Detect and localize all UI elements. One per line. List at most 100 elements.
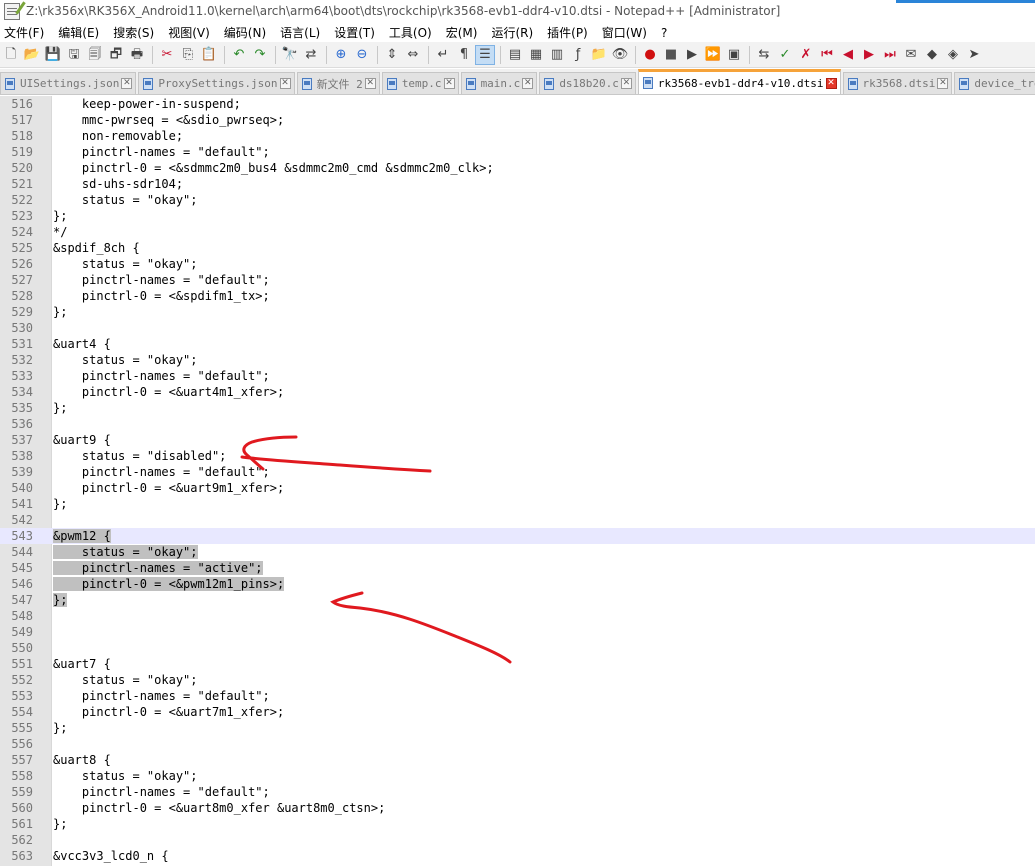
code-line[interactable]: 516 keep-power-in-suspend; — [0, 96, 1035, 112]
code-line[interactable]: 545 pinctrl-names = "active"; — [0, 560, 1035, 576]
code-line[interactable]: 518 non-removable; — [0, 128, 1035, 144]
menu-item-3[interactable]: 视图(V) — [168, 24, 210, 41]
menu-item-2[interactable]: 搜索(S) — [113, 24, 154, 41]
stop-recording-icon[interactable]: ■ — [662, 46, 680, 64]
save-icon[interactable]: 💾 — [44, 46, 62, 64]
menu-item-4[interactable]: 编码(N) — [224, 24, 266, 41]
run-macro-multiple-icon[interactable]: ⏩ — [704, 46, 722, 64]
menu-item-12[interactable]: ? — [661, 26, 667, 40]
code-line[interactable]: 553 pinctrl-names = "default"; — [0, 688, 1035, 704]
code-line[interactable]: 544 status = "okay"; — [0, 544, 1035, 560]
zoom-in-icon[interactable]: ⊕ — [332, 46, 350, 64]
code-line[interactable]: 526 status = "okay"; — [0, 256, 1035, 272]
code-line[interactable]: 531 &uart4 { — [0, 336, 1035, 352]
code-line[interactable]: 550 — [0, 640, 1035, 656]
replace-icon[interactable]: ⇄ — [302, 46, 320, 64]
menu-item-5[interactable]: 语言(L) — [280, 24, 320, 41]
user-language-icon[interactable]: ▤ — [506, 46, 524, 64]
code-line[interactable]: 540 pinctrl-0 = <&uart9m1_xfer>; — [0, 480, 1035, 496]
code-line[interactable]: 554 pinctrl-0 = <&uart7m1_xfer>; — [0, 704, 1035, 720]
tab-2[interactable]: 新文件 2 ✕ — [296, 72, 380, 94]
tab-7[interactable]: rk3568.dtsi ✕ — [842, 72, 953, 94]
code-line[interactable]: 528 pinctrl-0 = <&spdifm1_tx>; — [0, 288, 1035, 304]
check-icon[interactable]: ✓ — [776, 46, 794, 64]
plugin-c-icon[interactable]: ◈ — [944, 46, 962, 64]
menu-item-9[interactable]: 运行(R) — [491, 24, 533, 41]
code-line[interactable]: 546 pinctrl-0 = <&pwm12m1_pins>; — [0, 576, 1035, 592]
code-line[interactable]: 555}; — [0, 720, 1035, 736]
tab-close-icon[interactable]: ✕ — [121, 78, 133, 89]
find-icon[interactable]: 🔭 — [281, 46, 299, 64]
code-line[interactable]: 522 status = "okay"; — [0, 192, 1035, 208]
code-line[interactable]: 538 status = "disabled"; — [0, 448, 1035, 464]
open-file-icon[interactable]: 📂 — [23, 46, 41, 64]
code-line[interactable]: 517 mmc-pwrseq = <&sdio_pwrseq>; — [0, 112, 1035, 128]
tab-4[interactable]: main.c ✕ — [460, 72, 538, 94]
close-all-icon[interactable]: 🗗 — [107, 46, 125, 64]
code-line[interactable]: 541}; — [0, 496, 1035, 512]
tab-close-icon[interactable]: ✕ — [522, 78, 534, 89]
tab-5[interactable]: ds18b20.c ✕ — [539, 72, 636, 94]
doc-list-icon[interactable]: ▥ — [548, 46, 566, 64]
menu-item-6[interactable]: 设置(T) — [334, 24, 375, 41]
code-line[interactable]: 561}; — [0, 816, 1035, 832]
code-line[interactable]: 536 — [0, 416, 1035, 432]
editor-area[interactable]: 516 keep-power-in-suspend; 517 mmc-pwrseq… — [0, 96, 1035, 866]
code-line[interactable]: 527 pinctrl-names = "default"; — [0, 272, 1035, 288]
tab-close-icon[interactable]: ✕ — [443, 78, 455, 89]
code-line[interactable]: 524 */ — [0, 224, 1035, 240]
tab-3[interactable]: temp.c ✕ — [381, 72, 459, 94]
tab-close-icon[interactable]: ✕ — [937, 78, 949, 89]
last-diff-icon[interactable]: ⏭ — [881, 46, 899, 64]
tab-close-icon[interactable]: ✕ — [825, 77, 837, 89]
monitoring-icon[interactable]: 👁 — [611, 46, 629, 64]
tab-8[interactable]: device_tree_example✕ — [954, 72, 1035, 94]
copy-icon[interactable]: ⎘ — [179, 46, 197, 64]
tab-6[interactable]: rk3568-evb1-ddr4-v10.dtsi ✕ — [637, 69, 841, 94]
code-line[interactable]: 556 — [0, 736, 1035, 752]
clear-compare-icon[interactable]: ✗ — [797, 46, 815, 64]
tab-close-icon[interactable]: ✕ — [279, 78, 291, 89]
word-wrap-icon[interactable]: ↵ — [434, 46, 452, 64]
code-line[interactable]: 523}; — [0, 208, 1035, 224]
new-file-icon[interactable]: 🗋 — [2, 46, 20, 64]
record-macro-icon[interactable]: ● — [641, 46, 659, 64]
indent-guide-icon[interactable]: ☰ — [475, 44, 495, 65]
code-line[interactable]: 542 — [0, 512, 1035, 528]
close-icon[interactable]: 🗐 — [86, 46, 104, 64]
code-line[interactable]: 535}; — [0, 400, 1035, 416]
menu-item-1[interactable]: 编辑(E) — [58, 24, 99, 41]
plugin-a-icon[interactable]: ✉ — [902, 46, 920, 64]
menu-item-8[interactable]: 宏(M) — [446, 24, 478, 41]
save-all-icon[interactable]: 🖫 — [65, 46, 83, 64]
code-line[interactable]: 563 &vcc3v3_lcd0_n { — [0, 848, 1035, 864]
sync-vertical-icon[interactable]: ⇕ — [383, 46, 401, 64]
plugin-b-icon[interactable]: ◆ — [923, 46, 941, 64]
code-line[interactable]: 552 status = "okay"; — [0, 672, 1035, 688]
next-diff-icon[interactable]: ▶ — [860, 46, 878, 64]
first-diff-icon[interactable]: ⏮ — [818, 46, 836, 64]
menu-item-0[interactable]: 文件(F) — [4, 24, 44, 41]
code-line[interactable]: 562 — [0, 832, 1035, 848]
function-list-icon[interactable]: ƒ — [569, 46, 587, 64]
code-line[interactable]: 533 pinctrl-names = "default"; — [0, 368, 1035, 384]
folder-workspace-icon[interactable]: 📁 — [590, 46, 608, 64]
code-line[interactable]: 520 pinctrl-0 = <&sdmmc2m0_bus4 &sdmmc2m… — [0, 160, 1035, 176]
code-line[interactable]: 525 &spdif_8ch { — [0, 240, 1035, 256]
code-line[interactable]: 532 status = "okay"; — [0, 352, 1035, 368]
tab-0[interactable]: UISettings.json ✕ — [0, 72, 137, 94]
code-line[interactable]: 543 &pwm12 { — [0, 528, 1035, 544]
code-line[interactable]: 547}; — [0, 592, 1035, 608]
menu-item-10[interactable]: 插件(P) — [547, 24, 588, 41]
code-line[interactable]: 557 &uart8 { — [0, 752, 1035, 768]
doc-map-icon[interactable]: ▦ — [527, 46, 545, 64]
undo-icon[interactable]: ↶ — [230, 46, 248, 64]
code-line[interactable]: 519 pinctrl-names = "default"; — [0, 144, 1035, 160]
code-line[interactable]: 530 — [0, 320, 1035, 336]
code-line[interactable]: 560 pinctrl-0 = <&uart8m0_xfer &uart8m0_… — [0, 800, 1035, 816]
menu-item-11[interactable]: 窗口(W) — [602, 24, 647, 41]
zoom-out-icon[interactable]: ⊖ — [353, 46, 371, 64]
code-line[interactable]: 558 status = "okay"; — [0, 768, 1035, 784]
menu-item-7[interactable]: 工具(O) — [389, 24, 432, 41]
code-line[interactable]: 551 &uart7 { — [0, 656, 1035, 672]
